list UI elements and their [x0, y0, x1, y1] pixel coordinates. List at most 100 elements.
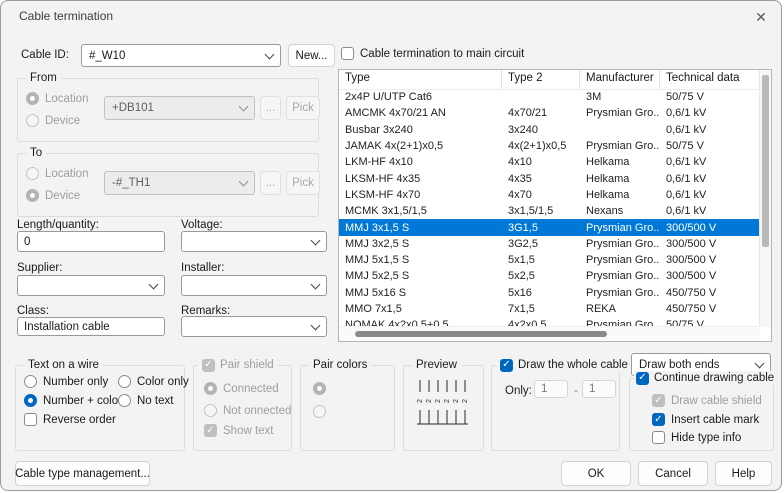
- hide-type-info-checkbox[interactable]: Hide type info: [652, 431, 741, 444]
- cable-type-management-button[interactable]: Cable type management...: [15, 461, 150, 486]
- draw-whole-cable-checkbox-icon[interactable]: ✓: [500, 359, 513, 372]
- column-header-type[interactable]: Type: [339, 70, 502, 89]
- table-row[interactable]: MMJ 5x16 S5x16Prysmian Gro...450/750 V: [339, 285, 760, 301]
- radio-icon: [118, 394, 131, 407]
- table-row[interactable]: Busbar 3x2403x2400,6/1 kV: [339, 122, 760, 138]
- insert-cable-mark-label: Insert cable mark: [671, 414, 759, 426]
- no-text-radio[interactable]: No text: [118, 394, 173, 407]
- table-cell: 50/75 V: [660, 91, 760, 103]
- table-cell: 7x1,5: [502, 303, 580, 315]
- cable-id-combobox[interactable]: #_W10: [81, 44, 281, 67]
- column-header-technical-data[interactable]: Technical data: [660, 70, 760, 89]
- length-input[interactable]: 0: [17, 231, 165, 252]
- only-from-value: 1: [541, 383, 547, 395]
- class-label: Class:: [17, 305, 49, 317]
- column-header-manufacturer[interactable]: Manufacturer: [580, 70, 660, 89]
- table-cell: Prysmian Gro...: [580, 222, 660, 234]
- table-cell: 0,6/1 kV: [660, 124, 760, 136]
- installer-combobox[interactable]: [181, 275, 327, 296]
- ok-button[interactable]: OK: [561, 461, 631, 486]
- table-row[interactable]: 2x4P U/UTP Cat63M50/75 V: [339, 89, 760, 105]
- table-row[interactable]: LKSM-HF 4x704x70Helkama0,6/1 kV: [339, 187, 760, 203]
- radio-icon: [204, 382, 217, 395]
- table-cell: 5x16: [502, 287, 580, 299]
- from-device-radio: Device: [26, 114, 80, 127]
- table-cell: LKSM-HF 4x35: [339, 173, 502, 185]
- color-only-label: Color only: [137, 376, 189, 388]
- only-to-value: 1: [589, 383, 595, 395]
- only-to-input: 1: [582, 380, 616, 398]
- table-cell: 0,6/1 kV: [660, 205, 760, 217]
- horizontal-scrollbar-thumb[interactable]: [355, 331, 607, 337]
- draw-ends-value: Draw both ends: [639, 359, 720, 371]
- table-row[interactable]: MMJ 3x1,5 S3G1,5Prysmian Gro...300/500 V: [339, 219, 760, 235]
- supplier-combobox[interactable]: [17, 275, 165, 296]
- horizontal-scrollbar[interactable]: [339, 326, 760, 341]
- table-cell: Prysmian Gro...: [580, 238, 660, 250]
- chevron-down-icon: [311, 235, 321, 245]
- radio-icon: [313, 405, 326, 418]
- number-color-radio[interactable]: Number + color: [24, 394, 122, 407]
- table-cell: MMJ 5x2,5 S: [339, 270, 502, 282]
- svg-text:2: 2: [435, 399, 442, 403]
- only-from-input: 1: [534, 380, 568, 398]
- chevron-down-icon: [239, 102, 249, 112]
- hide-type-info-label: Hide type info: [671, 432, 741, 444]
- close-icon[interactable]: ✕: [745, 4, 777, 30]
- table-row[interactable]: MMJ 5x2,5 S5x2,5Prysmian Gro...300/500 V: [339, 268, 760, 284]
- table-row[interactable]: AMCMK 4x70/21 AN4x70/21Prysmian Gro...0,…: [339, 105, 760, 121]
- checkbox-icon: ✓: [652, 394, 665, 407]
- table-cell: JAMAK 4x(2+1)x0,5: [339, 140, 502, 152]
- cable-id-value: #_W10: [89, 50, 125, 62]
- main-circuit-checkbox[interactable]: Cable termination to main circuit: [341, 47, 524, 60]
- draw-whole-cable-label: Draw the whole cable: [518, 358, 628, 372]
- radio-icon: [118, 375, 131, 388]
- remarks-combobox[interactable]: [181, 316, 327, 337]
- class-value: Installation cable: [24, 321, 110, 333]
- table-cell: Helkama: [580, 173, 660, 185]
- table-row[interactable]: MMO 7x1,57x1,5REKA450/750 V: [339, 301, 760, 317]
- column-header-type2[interactable]: Type 2: [502, 70, 580, 89]
- show-text-checkbox: ✓ Show text: [204, 424, 274, 437]
- number-only-radio[interactable]: Number only: [24, 375, 108, 388]
- table-cell: REKA: [580, 303, 660, 315]
- continue-drawing-legend: ✓ Continue drawing cable: [634, 371, 776, 385]
- radio-icon: [26, 189, 39, 202]
- from-group-title: From: [26, 71, 61, 85]
- help-button[interactable]: Help: [715, 461, 772, 486]
- table-cell: 4x70/21: [502, 107, 580, 119]
- table-cell: 450/750 V: [660, 303, 760, 315]
- table-cell: 300/500 V: [660, 238, 760, 250]
- table-cell: 2x4P U/UTP Cat6: [339, 91, 502, 103]
- pair-colors-title: Pair colors: [309, 358, 371, 372]
- table-cell: 3G1,5: [502, 222, 580, 234]
- table-row[interactable]: LKSM-HF 4x354x35Helkama0,6/1 kV: [339, 170, 760, 186]
- pair-color-radio-2: [313, 405, 326, 418]
- color-only-radio[interactable]: Color only: [118, 375, 189, 388]
- table-cell: MCMK 3x1,5/1,5: [339, 205, 502, 217]
- voltage-combobox[interactable]: [181, 231, 327, 252]
- table-cell: Nexans: [580, 205, 660, 217]
- table-row[interactable]: MMJ 5x1,5 S5x1,5Prysmian Gro...300/500 V: [339, 252, 760, 268]
- insert-cable-mark-checkbox[interactable]: ✓ Insert cable mark: [652, 413, 759, 426]
- new-button[interactable]: New...: [288, 44, 335, 67]
- table-row[interactable]: MMJ 3x2,5 S3G2,5Prysmian Gro...300/500 V: [339, 236, 760, 252]
- table-row[interactable]: LKM-HF 4x104x10Helkama0,6/1 kV: [339, 154, 760, 170]
- radio-icon: [24, 375, 37, 388]
- table-cell: 0,6/1 kV: [660, 156, 760, 168]
- table-cell: 5x2,5: [502, 270, 580, 282]
- radio-icon: [204, 404, 217, 417]
- table-row[interactable]: JAMAK 4x(2+1)x0,54x(2+1)x0,5Prysmian Gro…: [339, 138, 760, 154]
- table-cell: MMJ 5x1,5 S: [339, 254, 502, 266]
- cancel-button[interactable]: Cancel: [638, 461, 708, 486]
- svg-text:2: 2: [417, 399, 424, 403]
- table-row[interactable]: MCMK 3x1,5/1,53x1,5/1,5Nexans0,6/1 kV: [339, 203, 760, 219]
- vertical-scrollbar-thumb[interactable]: [762, 75, 769, 247]
- voltage-label: Voltage:: [181, 219, 223, 231]
- class-input[interactable]: Installation cable: [17, 317, 165, 336]
- vertical-scrollbar[interactable]: [759, 70, 771, 327]
- checkbox-icon: ✓: [652, 413, 665, 426]
- continue-drawing-checkbox-icon[interactable]: ✓: [636, 372, 649, 385]
- cable-table-body: 2x4P U/UTP Cat63M50/75 VAMCMK 4x70/21 AN…: [339, 89, 760, 327]
- reverse-order-checkbox[interactable]: Reverse order: [24, 413, 116, 426]
